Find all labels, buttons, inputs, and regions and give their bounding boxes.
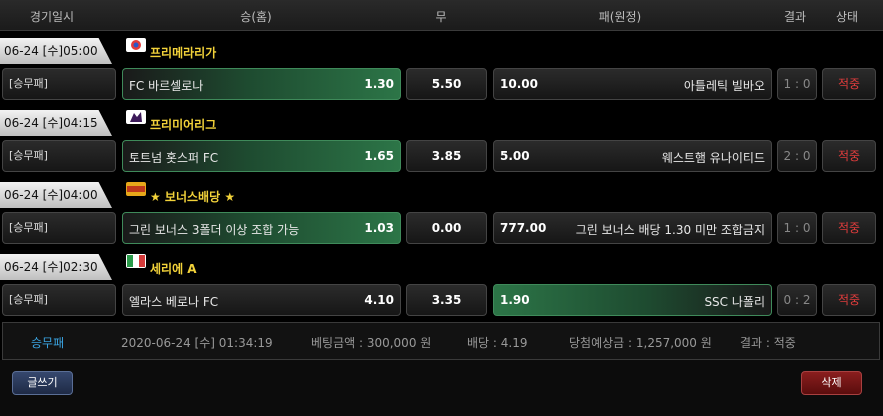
home-odds: 1.03	[364, 221, 394, 235]
bet-type: [승무패]	[2, 212, 116, 244]
summary-result: 결과 : 적중	[740, 336, 796, 350]
header-result: 결과	[783, 10, 807, 24]
header-home: 승(홈)	[240, 10, 272, 24]
home-team: 그린 보너스 3폴더 이상 조합 가능	[129, 223, 300, 237]
home-odds-button[interactable]: 그린 보너스 3폴더 이상 조합 가능 1.03	[122, 212, 401, 244]
league-name: 세리에 A	[150, 262, 197, 276]
home-odds-button[interactable]: 엘라스 베로나 FC 4.10	[122, 284, 401, 316]
draw-odds-button[interactable]: 5.50	[406, 68, 487, 100]
draw-odds-button[interactable]: 3.85	[406, 140, 487, 172]
home-odds: 1.65	[364, 149, 394, 163]
bet-type: [승무패]	[2, 68, 116, 100]
summary-odds: 배당 : 4.19	[467, 336, 528, 350]
away-odds-button[interactable]: 10.00 아틀레틱 빌바오	[493, 68, 772, 100]
away-odds: 777.00	[500, 221, 547, 235]
away-odds: 5.00	[500, 149, 530, 163]
delete-button[interactable]: 삭제	[801, 371, 862, 395]
home-team: 엘라스 베로나 FC	[129, 295, 219, 309]
away-team: 그린 보너스 배당 1.30 미만 조합금지	[575, 223, 765, 237]
match-datetime: 06-24 [수]04:00	[0, 182, 112, 208]
serie-a-icon	[126, 254, 146, 268]
away-odds: 10.00	[500, 77, 538, 91]
laliga-icon	[126, 38, 146, 52]
summary-bet-amount: 베팅금액 : 300,000 원	[311, 336, 432, 350]
bet-status: 적중	[822, 284, 876, 316]
match-score: 2 : 0	[777, 140, 817, 172]
bet-row: [승무패] 그린 보너스 3폴더 이상 조합 가능 1.03 0.00 777.…	[0, 210, 883, 246]
bet-summary: 승무패 2020-06-24 [수] 01:34:19 베팅금액 : 300,0…	[2, 322, 880, 360]
bet-type: [승무패]	[2, 284, 116, 316]
away-odds-button[interactable]: 1.90 SSC 나폴리	[493, 284, 772, 316]
home-odds: 4.10	[364, 293, 394, 307]
summary-type: 승무패	[31, 336, 65, 350]
match-score: 1 : 0	[777, 212, 817, 244]
bet-status: 적중	[822, 68, 876, 100]
bet-row: [승무패] 엘라스 베로나 FC 4.10 3.35 1.90 SSC 나폴리 …	[0, 282, 883, 318]
match-score: 1 : 0	[777, 68, 817, 100]
match-score: 0 : 2	[777, 284, 817, 316]
away-team: 아틀레틱 빌바오	[683, 79, 765, 93]
home-team: 토트넘 홋스퍼 FC	[129, 151, 219, 165]
bet-type: [승무패]	[2, 140, 116, 172]
bet-row: [승무패] FC 바르셀로나 1.30 5.50 10.00 아틀레틱 빌바오 …	[0, 66, 883, 102]
bet-status: 적중	[822, 212, 876, 244]
bet-status: 적중	[822, 140, 876, 172]
home-odds: 1.30	[364, 77, 394, 91]
summary-datetime: 2020-06-24 [수] 01:34:19	[121, 336, 273, 350]
home-odds-button[interactable]: 토트넘 홋스퍼 FC 1.65	[122, 140, 401, 172]
action-bar: 글쓰기 삭제	[0, 360, 883, 416]
league-name: 프리메라리가	[150, 46, 217, 60]
header-draw: 무	[435, 10, 447, 24]
header-date: 경기일시	[29, 10, 75, 24]
away-odds: 1.90	[500, 293, 530, 307]
league-name: ★ 보너스배당 ★	[150, 190, 236, 204]
summary-expected-win: 당첨예상금 : 1,257,000 원	[569, 336, 712, 350]
home-odds-button[interactable]: FC 바르셀로나 1.30	[122, 68, 401, 100]
away-team: SSC 나폴리	[704, 295, 765, 309]
table-header: 경기일시 승(홈) 무 패(원정) 결과 상태	[0, 0, 883, 31]
bet-row: [승무패] 토트넘 홋스퍼 FC 1.65 3.85 5.00 웨스트햄 유나이…	[0, 138, 883, 174]
draw-odds-button[interactable]: 0.00	[406, 212, 487, 244]
header-away: 패(원정)	[598, 10, 642, 24]
away-team: 웨스트햄 유나이티드	[661, 151, 765, 165]
bonus-icon	[126, 182, 146, 196]
match-datetime: 06-24 [수]04:15	[0, 110, 112, 136]
draw-odds-button[interactable]: 3.35	[406, 284, 487, 316]
home-team: FC 바르셀로나	[129, 79, 204, 93]
header-status: 상태	[835, 10, 859, 24]
away-odds-button[interactable]: 777.00 그린 보너스 배당 1.30 미만 조합금지	[493, 212, 772, 244]
league-name: 프리미어리그	[150, 118, 217, 132]
match-datetime: 06-24 [수]02:30	[0, 254, 112, 280]
away-odds-button[interactable]: 5.00 웨스트햄 유나이티드	[493, 140, 772, 172]
write-button[interactable]: 글쓰기	[12, 371, 73, 395]
match-datetime: 06-24 [수]05:00	[0, 38, 112, 64]
premier-league-icon	[126, 110, 146, 124]
